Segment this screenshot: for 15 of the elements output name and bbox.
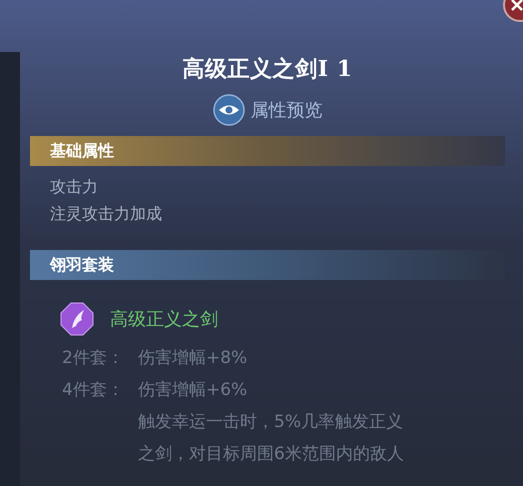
bonus-effect: 伤害增幅+6% — [138, 379, 248, 402]
item-title: 高级正义之剑I 1 — [182, 58, 353, 80]
attribute-name: 注灵攻击力加成 — [50, 203, 163, 224]
eye-icon — [212, 94, 244, 126]
section-header: 基础属性 — [30, 136, 505, 166]
attribute-preview-button[interactable]: 属性预览 — [212, 94, 322, 126]
bonus-effect: 伤害增幅+8% — [138, 347, 248, 370]
close-icon — [511, 0, 523, 11]
feather-emblem-icon — [60, 302, 94, 336]
set-name: 高级正义之剑 — [110, 308, 218, 332]
bonus-description: 之剑，对目标周围6米范围内的敌人 — [138, 443, 404, 466]
attribute-name: 攻击力 — [50, 176, 99, 197]
bonus-label: 4件套： — [62, 379, 125, 402]
bonus-label: 2件套： — [62, 347, 125, 370]
bonus-description: 触发幸运一击时，5%几率触发正义 — [138, 411, 404, 434]
